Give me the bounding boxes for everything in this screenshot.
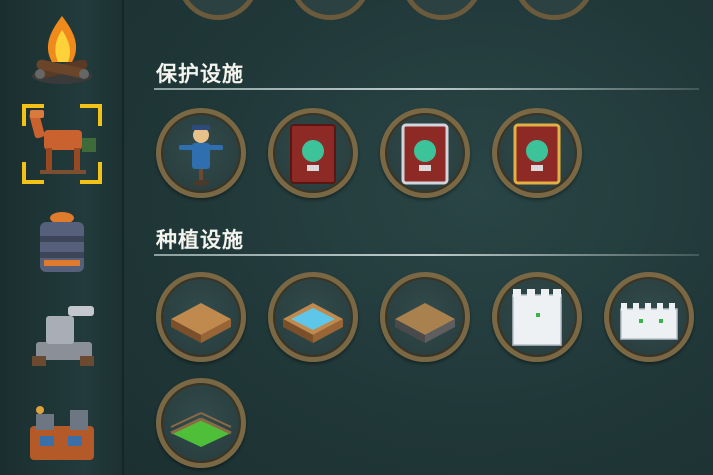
grass-fence-pen-icon: [170, 412, 232, 447]
white-fence-wall-icon: [620, 303, 678, 340]
build-slot-silver-sign[interactable]: [380, 108, 470, 198]
build-slot-wood-farmland[interactable]: [156, 272, 246, 362]
section-title-protection: 保护设施: [156, 62, 244, 86]
workbench-icon: [32, 306, 94, 366]
section-divider: [154, 254, 699, 256]
build-slot-grass-pen[interactable]: [156, 378, 246, 468]
wood-farmland-icon: [171, 303, 231, 343]
campfire-icon: [32, 16, 92, 84]
build-slot-gold-sign[interactable]: [492, 108, 582, 198]
red-warning-sign-icon: [290, 124, 336, 184]
section-title-planting: 种植设施: [156, 228, 244, 252]
category-horse-rack[interactable]: [18, 104, 106, 184]
category-silo[interactable]: [18, 204, 106, 284]
build-slot-water-pool[interactable]: [268, 272, 358, 362]
build-panel: 保护设施 种植设施: [124, 0, 713, 475]
build-slot-partial[interactable]: [513, 0, 595, 20]
category-campfire[interactable]: [18, 10, 106, 90]
silo-icon: [40, 212, 84, 272]
section-divider: [154, 88, 699, 90]
build-slot-fence-wall[interactable]: [604, 272, 694, 362]
stone-farmland-icon: [395, 303, 455, 343]
build-slot-red-sign[interactable]: [268, 108, 358, 198]
white-fence-corner-icon: [512, 289, 562, 346]
category-factory[interactable]: [18, 392, 106, 472]
build-slot-partial[interactable]: [177, 0, 259, 20]
build-slot-partial[interactable]: [289, 0, 371, 20]
scarecrow-icon: [179, 125, 223, 186]
build-slot-stone-farmland[interactable]: [380, 272, 470, 362]
horse-rack-icon: [29, 110, 96, 174]
category-workbench[interactable]: [18, 296, 106, 376]
gold-warning-sign-icon: [513, 123, 561, 185]
category-sidebar: [0, 0, 124, 475]
silver-warning-sign-icon: [401, 123, 449, 185]
water-pool-icon: [283, 303, 343, 343]
factory-icon: [30, 406, 94, 460]
build-slot-scarecrow[interactable]: [156, 108, 246, 198]
build-slot-partial[interactable]: [401, 0, 483, 20]
build-slot-fence-corner[interactable]: [492, 272, 582, 362]
